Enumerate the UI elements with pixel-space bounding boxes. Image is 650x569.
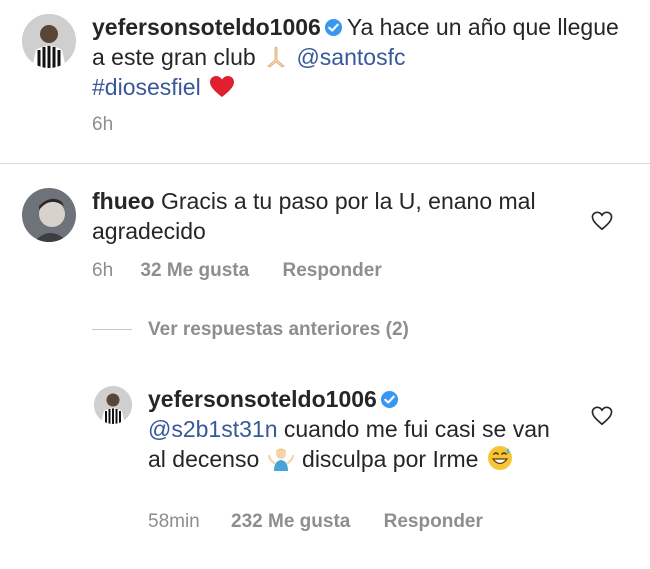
comment-username[interactable]: fhueo — [92, 188, 155, 214]
reply-username[interactable]: yefersonsoteldo1006 — [148, 386, 377, 412]
like-heart-icon[interactable] — [591, 406, 613, 426]
comment-text: fhueo Gracis a tu paso por la U, enano m… — [92, 186, 572, 246]
verified-badge-icon — [324, 18, 342, 37]
replies-divider-line — [92, 329, 132, 331]
person-shrugging-emoji — [267, 448, 294, 471]
comment-timestamp: 6h — [92, 260, 114, 281]
caption-author-avatar[interactable] — [22, 14, 76, 68]
red-heart-emoji — [210, 76, 235, 97]
caption-username[interactable]: yefersonsoteldo1006 — [92, 14, 321, 40]
caption-hashtag-link[interactable]: #diosesfiel — [92, 74, 201, 100]
reply-text: yefersonsoteldo1006 @s2b1st31n cuando me… — [148, 384, 568, 474]
praying-hands-emoji — [267, 46, 285, 68]
reply-timestamp: 58min — [148, 511, 200, 532]
comment-reply-button[interactable]: Responder — [282, 260, 381, 282]
reply-author-avatar[interactable] — [94, 386, 132, 424]
comment-body: Gracis a tu paso por la U, enano mal agr… — [92, 188, 536, 244]
caption-mention-link[interactable]: @santosfc — [296, 44, 405, 70]
caption-divider — [0, 163, 650, 164]
caption-meta: 6h — [92, 114, 113, 136]
reply-body-part2: disculpa por Irme — [302, 446, 479, 472]
reply-meta: 58min 232 Me gusta Responder — [148, 511, 483, 533]
verified-badge-icon — [380, 390, 398, 409]
caption-timestamp: 6h — [92, 114, 114, 135]
comment-author-avatar[interactable] — [22, 188, 76, 242]
reply-mention-link[interactable]: @s2b1st31n — [148, 416, 278, 442]
view-previous-replies-button[interactable]: Ver respuestas anteriores (2) — [92, 319, 409, 341]
view-previous-replies-label: Ver respuestas anteriores (2) — [148, 319, 409, 340]
comment-meta: 6h 32 Me gusta Responder — [92, 260, 382, 282]
comment-likes-count[interactable]: 32 Me gusta — [140, 260, 249, 282]
post-caption: yefersonsoteldo1006 Ya hace un año que ll… — [0, 0, 650, 163]
caption-text: yefersonsoteldo1006 Ya hace un año que ll… — [92, 12, 632, 102]
reply-likes-count[interactable]: 232 Me gusta — [231, 511, 350, 533]
like-heart-icon[interactable] — [591, 211, 613, 231]
reply-reply-button[interactable]: Responder — [384, 511, 483, 533]
grinning-sweat-emoji — [487, 446, 512, 470]
